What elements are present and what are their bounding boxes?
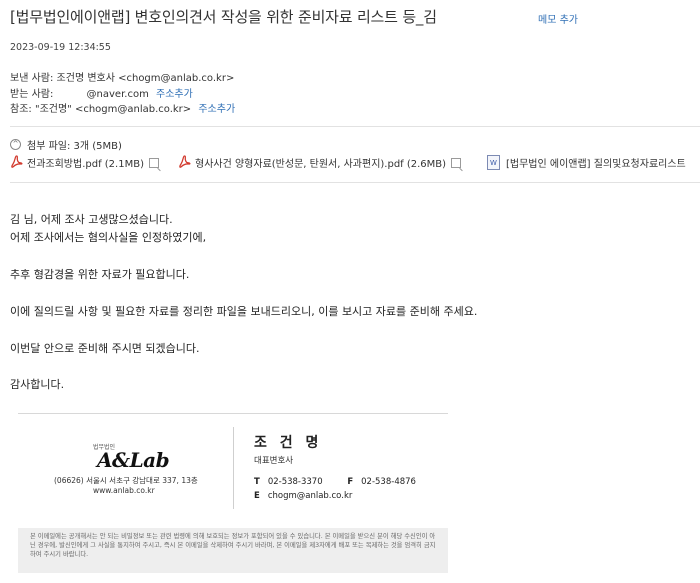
to-label: 받는 사람: [10,89,54,100]
to-row: 받는 사람: @naver.com 주소추가 [10,85,193,100]
preview-icon[interactable] [148,157,159,168]
cc-value[interactable]: "조건명" <chogm@anlab.co.kr> [35,104,191,115]
signature-email-row: Echogm@anlab.co.kr [254,491,352,501]
attachment-file-name: 형사사건 양형자료(반성문, 탄원서, 사과편지).pdf (2.6MB) [195,159,447,170]
tel-label: T [254,477,260,487]
body-line: 이번달 안으로 준비해 주시면 되겠습니다. [10,342,200,355]
from-row: 보낸 사람: 조건명 변호사 <chogm@anlab.co.kr> [10,69,234,84]
email-label: E [254,491,260,501]
body-line: 이에 질의드릴 사항 및 필요한 자료를 정리한 파일을 보내드리오니, 이를 … [10,305,478,318]
attachment-file-3[interactable]: W [법무법인 에이앤랩] 질의및요청자료리스트 [487,155,686,170]
from-label: 보낸 사람: [10,73,54,84]
attachment-file-1[interactable]: 전과조회방법.pdf (2.1MB) [10,155,159,170]
cc-label: 참조: [10,104,32,115]
signature-phone-fax: T 02-538-3370 F 02-538-4876 [254,477,416,487]
preview-icon[interactable] [451,157,462,168]
signature-name: 조 건 명 [254,435,323,451]
attachment-file-2[interactable]: 형사사건 양형자료(반성문, 탄원서, 사과편지).pdf (2.6MB) [178,155,462,170]
header-divider [10,126,700,127]
body-line: 김 님, 어제 조사 고생많으셨습니다. [10,213,173,226]
fax-number: 02-538-4876 [361,477,416,487]
firm-website[interactable]: www.anlab.co.kr [93,486,155,495]
attachments-header: ^ 첨부 파일: 3개 (5MB) [10,137,122,152]
signature-vertical-divider [233,427,234,509]
tel-number: 02-538-3370 [267,477,323,487]
chevron-up-icon[interactable]: ^ [10,139,21,150]
mail-date: 2023-09-19 12:34:55 [10,42,111,53]
body-line: 감사합니다. [10,378,65,391]
from-value[interactable]: 조건명 변호사 <chogm@anlab.co.kr> [57,73,235,84]
fax-label: F [347,477,354,487]
cc-row: 참조: "조건명" <chogm@anlab.co.kr> 주소추가 [10,100,235,115]
body-line: 추후 형감경을 위한 자료가 필요합니다. [10,268,190,281]
cc-add-contact-link[interactable]: 주소추가 [198,104,235,115]
memo-add-button[interactable]: 메모 추가 [538,11,578,26]
legal-disclaimer: 본 이메일에는 공개해서는 안 되는 비밀정보 또는 관련 법령에 의해 보호되… [18,528,448,573]
mail-subject: [법무법인에이앤랩] 변호인의견서 작성을 위한 준비자료 리스트 등_김 [10,8,437,26]
attachments-divider [10,182,700,183]
pdf-icon [11,155,23,168]
signature-title: 대표변호사 [254,456,294,466]
pdf-icon [179,155,191,168]
to-add-contact-link[interactable]: 주소추가 [156,89,193,100]
to-value[interactable]: @naver.com [87,89,149,100]
attachment-file-name: 전과조회방법.pdf (2.1MB) [27,159,144,170]
word-doc-icon: W [487,155,500,170]
signature-divider [18,413,448,414]
attachment-file-name: [법무법인 에이앤랩] 질의및요청자료리스트 [506,159,686,170]
attachments-summary: 첨부 파일: 3개 (5MB) [27,141,122,152]
firm-logo: A&Lab [97,448,170,472]
signature-email[interactable]: chogm@anlab.co.kr [268,491,353,501]
body-line: 어제 조사에서는 혐의사실을 인정하였기에, [10,231,207,244]
firm-address: (06626) 서울시 서초구 강남대로 337, 13층 [54,476,198,485]
